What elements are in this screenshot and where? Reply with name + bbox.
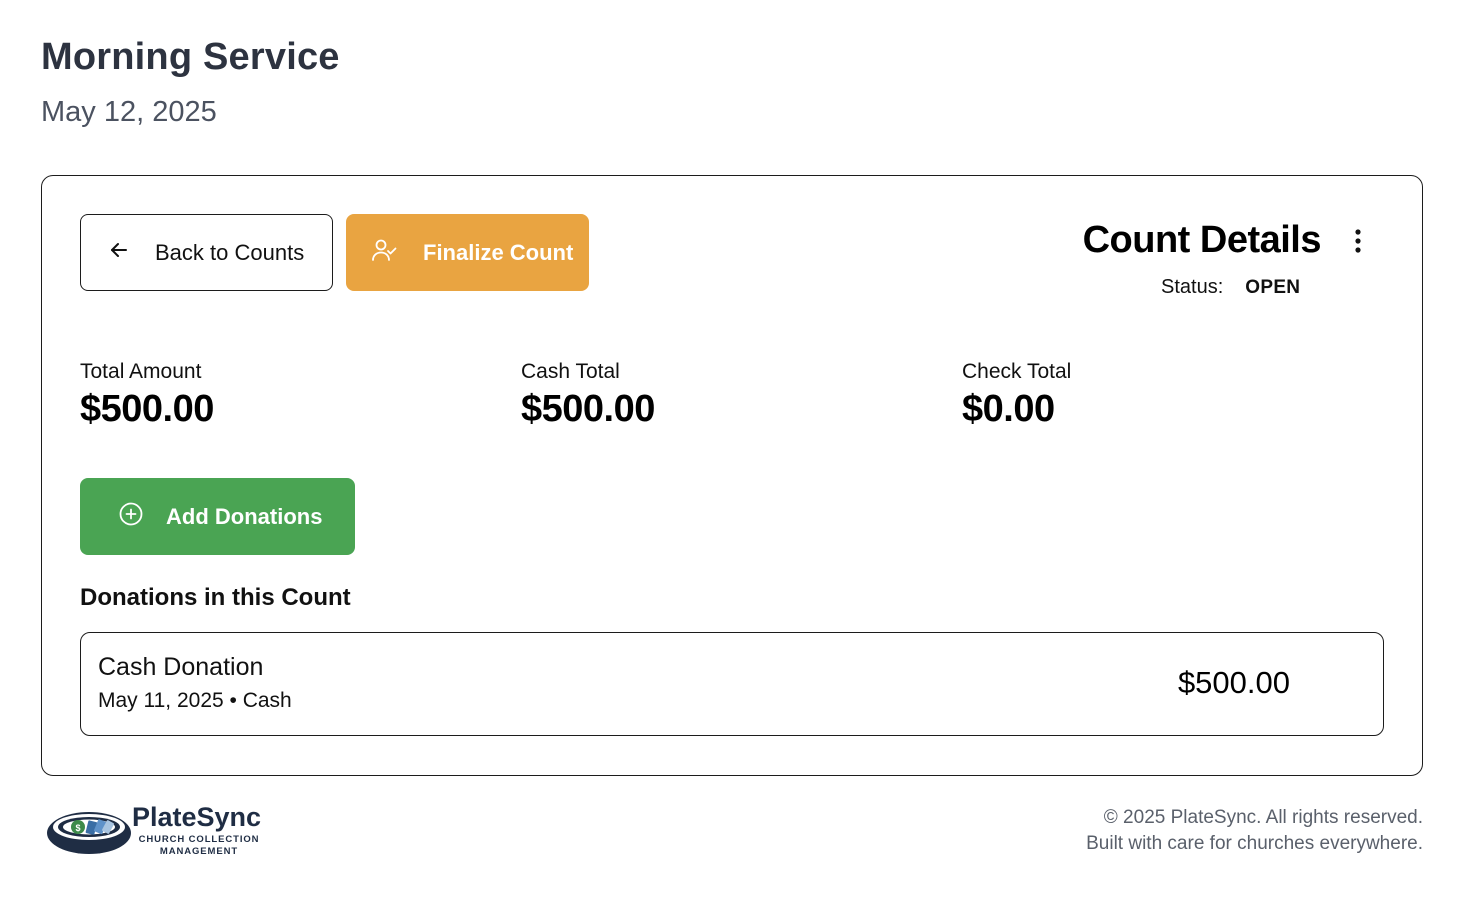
finalize-button-label: Finalize Count [423, 239, 574, 265]
page-title: Morning Service [41, 36, 340, 78]
page-date: May 12, 2025 [41, 96, 217, 128]
finalize-count-button[interactable]: Finalize Count [346, 214, 589, 291]
status-label: Status: [1161, 276, 1224, 298]
donation-title: Cash Donation [98, 653, 264, 681]
back-button-label: Back to Counts [155, 239, 305, 265]
donation-meta: May 11, 2025 • Cash [98, 689, 292, 712]
stat-total-value: $500.00 [80, 388, 214, 430]
stat-total-label: Total Amount [80, 360, 202, 383]
stat-check-value: $0.00 [962, 388, 1055, 430]
donation-amount: $500.00 [1177, 665, 1290, 700]
stat-check-label: Check Total [962, 360, 1072, 383]
logo-tagline-line2: MANAGEMENT [160, 846, 238, 857]
back-to-counts-button[interactable]: Back to Counts [80, 214, 333, 291]
status-row: Status: OPEN [1161, 276, 1300, 299]
count-details-card: Back to Counts Finalize Count Count Deta… [41, 175, 1423, 776]
add-donations-button[interactable]: Add Donations [80, 478, 355, 555]
stat-check-total: Check Total $0.00 [962, 360, 1071, 431]
logo-tagline-line1: CHURCH COLLECTION [139, 834, 260, 845]
user-check-icon [370, 236, 398, 270]
more-vertical-icon[interactable] [1346, 226, 1370, 256]
count-details-title: Count Details [1082, 219, 1322, 261]
donations-heading: Donations in this Count [80, 584, 351, 611]
footer-copyright: © 2025 PlateSync. All rights reserved. B… [1086, 805, 1423, 857]
stat-cash-total: Cash Total $500.00 [521, 360, 655, 431]
add-donations-label: Add Donations [166, 503, 323, 529]
stat-cash-value: $500.00 [521, 388, 655, 430]
donation-list-item[interactable]: Cash Donation May 11, 2025 • Cash $500.0… [80, 632, 1384, 736]
plus-circle-icon [118, 501, 144, 533]
arrow-left-icon [107, 238, 131, 268]
logo-brand-text: PlateSync [132, 802, 261, 832]
svg-text:$: $ [75, 823, 80, 833]
status-badge: OPEN [1245, 276, 1301, 298]
copyright-text: © 2025 PlateSync. All rights reserved. [1103, 807, 1423, 828]
stat-total-amount: Total Amount $500.00 [80, 360, 214, 431]
platesync-logo: $ PlateSync CHURCH COLLECTION MANAGEMENT [41, 796, 281, 862]
footer-note: Built with care for churches everywhere. [1086, 833, 1423, 854]
stat-cash-label: Cash Total [521, 360, 620, 383]
